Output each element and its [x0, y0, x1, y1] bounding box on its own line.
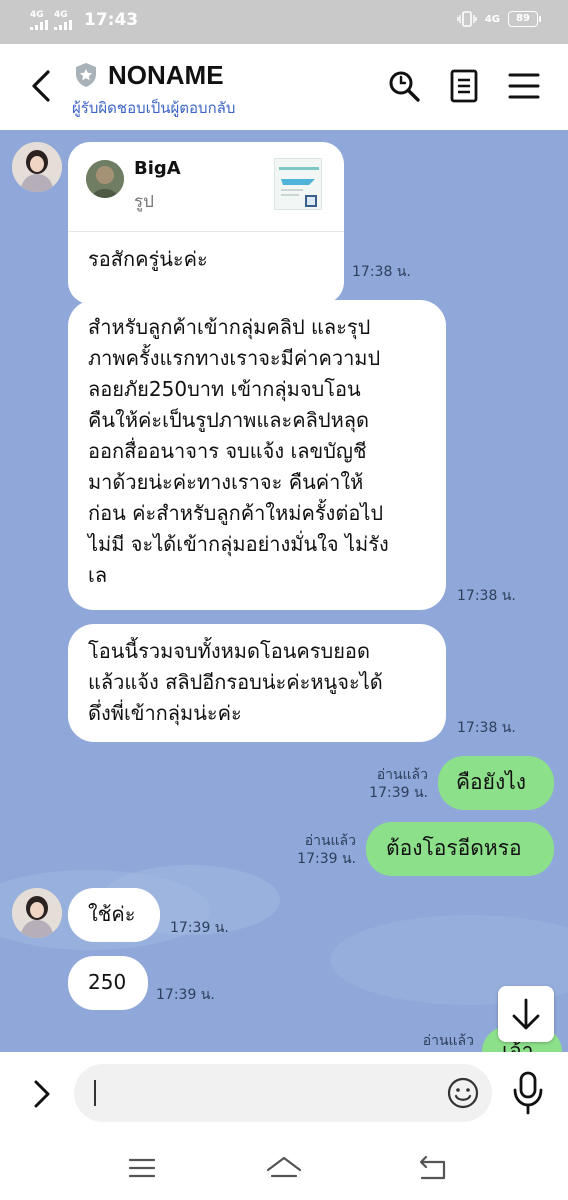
network-icon: 4G [484, 13, 500, 25]
message-text: สำหรับลูกค้าเข้ากลุ่มคลิป และรุป ภาพครั้… [88, 315, 389, 587]
message-time: 17:39 น. [156, 987, 215, 1003]
status-time: 17:43 [84, 10, 139, 30]
message-text: 250 [88, 970, 127, 994]
battery-icon: 89 [508, 11, 541, 27]
message-bubble[interactable]: สำหรับลูกค้าเข้ากลุ่มคลิป และรุป ภาพครั้… [68, 300, 446, 610]
message-text: ใช้ค่ะ [88, 902, 136, 926]
message-time: 17:39 น. [170, 920, 229, 936]
chat-title: NONAME [108, 60, 224, 90]
read-receipt: อ่านแล้ว 17:39 น. [297, 833, 356, 867]
status-right: 4G 89 [457, 11, 541, 27]
message-bubble[interactable]: โอนนี้รวมจบทั้งหมดโอนครบยอด แล้วแจ้ง สลิ… [68, 624, 446, 742]
system-navigation-bar [0, 1136, 568, 1200]
message-bubble[interactable]: ต้องโอรอีดหรอ [366, 822, 554, 876]
chat-header: NONAME ผู้รับผิดชอบเป็นผู้ตอบกลับ [0, 44, 568, 130]
quoted-message-header[interactable]: BigA รูป [68, 142, 344, 232]
read-receipt: อ่านแล้ว [422, 1033, 474, 1049]
recent-apps-icon[interactable] [122, 1152, 162, 1184]
signal-icon: 4G [30, 9, 48, 30]
message-text: โอนนี้รวมจบทั้งหมดโอนครบยอด แล้วแจ้ง สลิ… [88, 639, 383, 725]
message-bubble[interactable]: 250 [68, 956, 148, 1010]
microphone-icon[interactable] [510, 1070, 546, 1116]
search-icon[interactable] [386, 68, 422, 104]
emoji-icon[interactable] [446, 1076, 480, 1110]
message-input-bar [0, 1052, 568, 1136]
arrow-down-icon [512, 998, 540, 1030]
chat-subtitle: ผู้รับผิดชอบเป็นผู้ตอบกลับ [72, 99, 236, 117]
shield-icon [76, 63, 96, 87]
message-time: 17:38 น. [352, 264, 411, 280]
quoted-avatar [86, 160, 124, 198]
vibrate-icon [457, 11, 477, 27]
message-bubble[interactable]: คือยังไง [438, 756, 554, 810]
status-left: 4G 4G 17:43 [30, 10, 138, 30]
message-text: รอสักครู่น่ะค่ะ [88, 247, 208, 271]
chat-area[interactable]: BigA รูป รอสักครู่น่ะค่ะ 17:38 น. สำหรับ… [0, 130, 568, 1052]
back-nav-icon[interactable] [412, 1152, 452, 1184]
menu-icon[interactable] [506, 68, 542, 104]
network-type-label: 4G [30, 9, 44, 20]
read-receipt: อ่านแล้ว 17:39 น. [369, 767, 428, 801]
network-type-label-2: 4G [54, 9, 68, 20]
expand-menu-button[interactable] [26, 1076, 56, 1112]
notes-icon[interactable] [446, 68, 482, 104]
text-caret [94, 1080, 96, 1106]
scroll-to-bottom-button[interactable] [498, 986, 554, 1042]
avatar[interactable] [12, 888, 62, 938]
message-bubble[interactable]: ใช้ค่ะ [68, 888, 160, 942]
status-bar: 4G 4G 17:43 4G 89 [0, 0, 568, 44]
signal-icon-2: 4G [54, 9, 72, 30]
quoted-content-type: รูป [134, 192, 154, 212]
message-time: 17:38 น. [457, 588, 516, 604]
message-input[interactable] [74, 1064, 492, 1122]
message-text: คือยังไง [456, 770, 527, 794]
message-text: ต้องโอรอีดหรอ [386, 836, 522, 860]
home-icon[interactable] [264, 1152, 304, 1184]
quoted-sender-name: BigA [134, 158, 181, 179]
avatar[interactable] [12, 142, 62, 192]
quoted-message-card[interactable]: BigA รูป รอสักครู่น่ะค่ะ [68, 142, 344, 304]
back-button[interactable] [24, 66, 60, 106]
message-time: 17:38 น. [457, 720, 516, 736]
quoted-image-thumbnail [274, 158, 322, 210]
